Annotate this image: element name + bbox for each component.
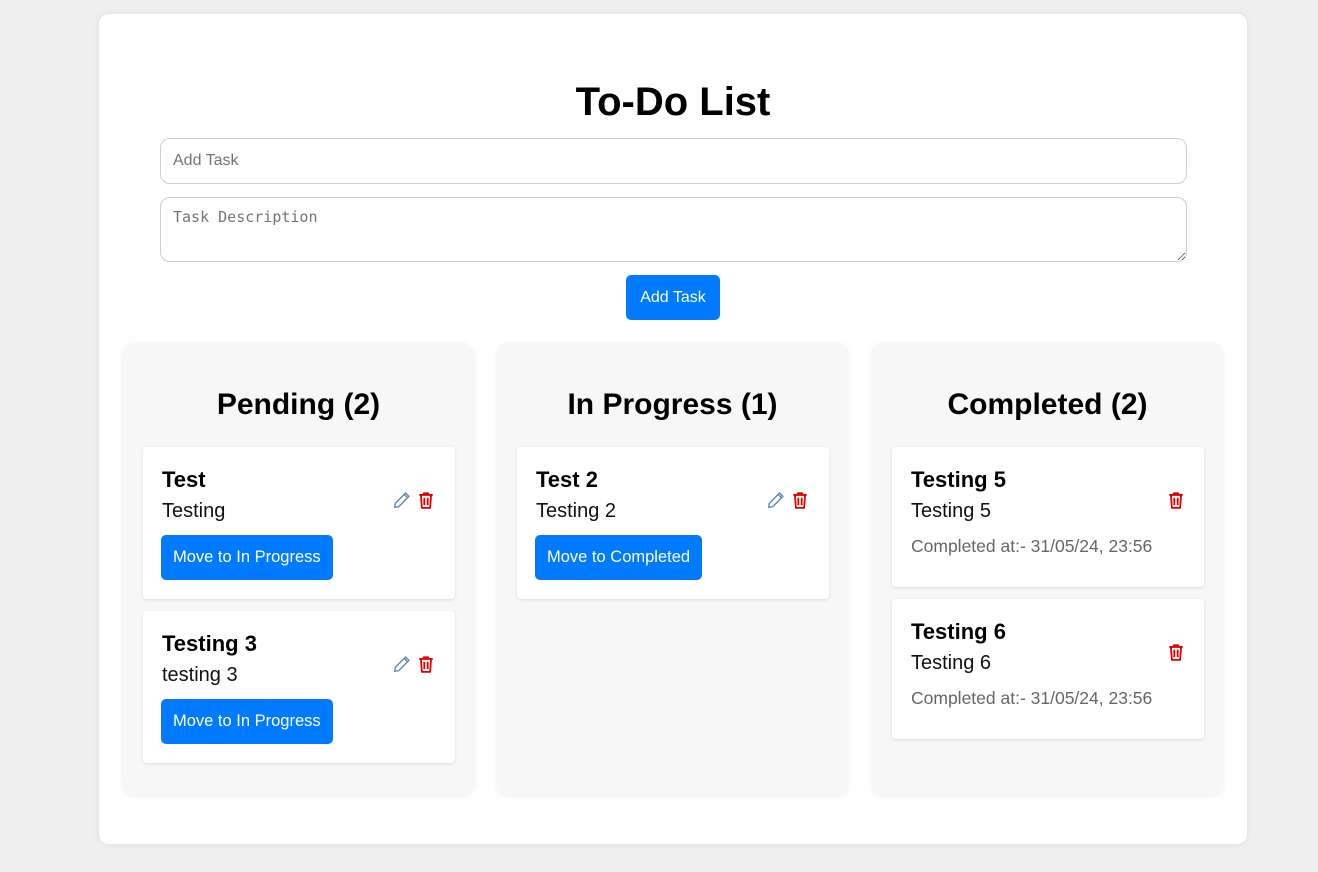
completed-column: Completed (2) Testing 5 Testing 5 Comple… xyxy=(872,344,1223,796)
trash-icon[interactable] xyxy=(416,654,436,674)
pending-column-title: Pending (2) xyxy=(123,387,474,423)
task-card: Test Testing Move to In Progress xyxy=(143,447,455,599)
pencil-icon[interactable] xyxy=(766,490,786,510)
task-card: Testing 3 testing 3 Move to In Progress xyxy=(143,611,455,763)
task-description: testing 3 xyxy=(162,664,238,686)
column-title-text: In Progress xyxy=(567,388,733,421)
task-title: Test 2 xyxy=(536,467,598,492)
task-title: Testing 3 xyxy=(162,631,257,656)
column-title-text: Completed xyxy=(947,388,1103,421)
trash-icon[interactable] xyxy=(1166,642,1186,662)
column-count: (1) xyxy=(740,388,778,421)
trash-icon[interactable] xyxy=(1166,490,1186,510)
move-to-completed-button[interactable]: Move to Completed xyxy=(535,535,703,580)
task-card: Test 2 Testing 2 Move to Completed xyxy=(517,447,829,599)
page-title: To-Do List xyxy=(575,80,771,124)
pending-column: Pending (2) Test Testing Move to In Prog… xyxy=(123,344,474,796)
todo-app-container: To-Do List Add Task Pending (2) Test Tes… xyxy=(99,14,1247,844)
trash-icon[interactable] xyxy=(416,490,436,510)
completed-timestamp: Completed at:- 31/05/24, 23:56 xyxy=(911,688,1153,708)
in-progress-column-title: In Progress (1) xyxy=(497,387,848,423)
pencil-icon[interactable] xyxy=(392,490,412,510)
task-title-input[interactable] xyxy=(160,138,1187,184)
add-task-button[interactable]: Add Task xyxy=(626,275,720,320)
pencil-icon[interactable] xyxy=(392,654,412,674)
task-title: Testing 6 xyxy=(911,619,1006,644)
task-description-field[interactable] xyxy=(160,197,1187,262)
completed-column-title: Completed (2) xyxy=(872,387,1223,423)
task-title: Testing 5 xyxy=(911,467,1006,492)
trash-icon[interactable] xyxy=(790,490,810,510)
task-card: Testing 6 Testing 6 Completed at:- 31/05… xyxy=(892,599,1204,739)
task-description: Testing 6 xyxy=(911,652,992,674)
task-title: Test xyxy=(162,467,206,492)
column-title-text: Pending xyxy=(216,388,336,421)
in-progress-column: In Progress (1) Test 2 Testing 2 Move to… xyxy=(497,344,848,796)
column-count: (2) xyxy=(343,388,381,421)
move-to-in-progress-button[interactable]: Move to In Progress xyxy=(161,699,333,744)
task-description: Testing 2 xyxy=(536,500,617,522)
task-card: Testing 5 Testing 5 Completed at:- 31/05… xyxy=(892,447,1204,587)
task-description: Testing xyxy=(162,500,226,522)
completed-timestamp: Completed at:- 31/05/24, 23:56 xyxy=(911,536,1153,556)
column-count: (2) xyxy=(1110,388,1148,421)
task-description: Testing 5 xyxy=(911,500,992,522)
move-to-in-progress-button[interactable]: Move to In Progress xyxy=(161,535,333,580)
